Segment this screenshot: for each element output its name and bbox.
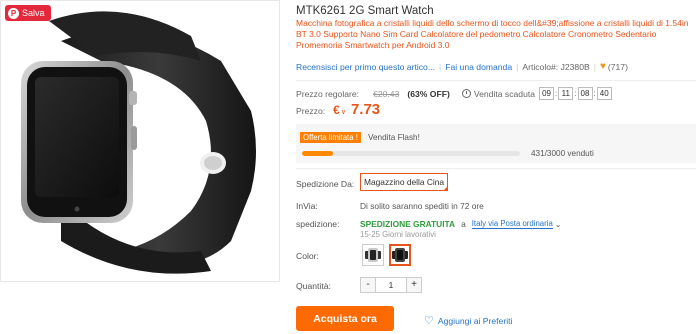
invia-label: InVia: [296, 201, 318, 211]
wish-count[interactable]: ♥ (717) [600, 61, 628, 72]
divider [296, 80, 696, 81]
product-description: Macchina fotografica a cristalli liquidi… [296, 18, 689, 51]
timer-days: 09 [539, 87, 555, 100]
product-title: MTK6261 2G Smart Watch [296, 5, 434, 17]
wishlist-label: Aggiungi ai Preferiti [437, 315, 513, 326]
watch-thumbnail-icon [392, 248, 408, 262]
chevron-down-icon[interactable]: ∨ [341, 108, 346, 116]
heart-outline-icon: ♡ [424, 315, 434, 327]
product-image-panel: P Salva [0, 0, 280, 282]
buy-now-button[interactable]: Acquista ora [296, 306, 394, 331]
save-label: Salva [22, 8, 45, 18]
quantity-label: Quantità: [296, 281, 331, 291]
quantity-decrease-button[interactable]: - [360, 277, 376, 293]
price-row: Prezzo: € ∨ 7.73 [296, 101, 380, 118]
regular-price: €20.43 [373, 88, 400, 99]
heart-icon: ♥ [599, 61, 606, 72]
item-code: Articolo#: J2380B [522, 61, 590, 72]
ship-from-option[interactable]: Magazzino della Cina [360, 173, 449, 191]
quantity-input[interactable]: 1 [376, 277, 406, 293]
flash-sale-box: Offerta limitata ! Vendita Flash! 431/30… [296, 124, 696, 163]
color-option-silver[interactable] [362, 244, 384, 266]
color-label: Color: [296, 251, 319, 261]
timer-separator: : [555, 89, 558, 98]
regular-price-label: Prezzo regolare: [296, 88, 360, 99]
meta-divider: | [439, 61, 442, 72]
watch-thumbnail-icon [365, 248, 381, 262]
ship-from-label: Spedizione Da: [296, 179, 355, 189]
pinterest-icon: P [8, 7, 19, 19]
regular-price-row: Prezzo regolare: €20.43 (63% OFF) Vendit… [296, 87, 613, 100]
product-meta: Recensisci per primo questo artico... | … [296, 61, 628, 72]
quantity-stepper: - 1 + [360, 277, 422, 293]
timer-seconds: 40 [596, 87, 612, 100]
carrier-selector[interactable]: Italy via Posta ordinaria [471, 219, 553, 229]
timer-minutes: 08 [577, 87, 593, 100]
quantity-increase-button[interactable]: + [406, 277, 422, 293]
free-shipping: SPEDIZIONE GRATUITA a Italy via Posta or… [360, 219, 562, 229]
shipping-label: spedizione: [296, 219, 340, 229]
color-option-black[interactable] [389, 244, 411, 266]
question-link[interactable]: Fai una domanda [445, 62, 512, 72]
shipping-to-label: a [461, 219, 466, 229]
wish-count-value: (717) [607, 61, 628, 72]
current-price: 7.73 [350, 101, 381, 118]
sold-progress-fill [302, 151, 334, 156]
clock-icon [461, 89, 471, 98]
meta-divider: | [593, 61, 596, 72]
save-button[interactable]: P Salva [5, 5, 51, 21]
meta-divider: | [516, 61, 519, 72]
invia-value: Di solito saranno spediti in 72 ore [360, 201, 484, 211]
timer-hours: 11 [558, 87, 574, 100]
timer-separator: : [574, 89, 577, 98]
review-link[interactable]: Recensisci per primo questo artico... [296, 62, 435, 72]
sale-ends-label: Vendita scaduta [473, 88, 536, 99]
flash-sale-label: Vendita Flash! [368, 133, 420, 142]
price-label: Prezzo: [296, 106, 326, 116]
timer-separator: : [593, 89, 596, 98]
discount-badge: (63% OFF) [407, 88, 450, 99]
free-shipping-label: SPEDIZIONE GRATUITA [360, 219, 456, 229]
delivery-days: 15-25 Giorni lavorativi [360, 230, 436, 239]
add-to-wishlist-button[interactable]: ♡ Aggiungi ai Preferiti [424, 314, 512, 327]
currency-selector[interactable]: € [333, 103, 340, 117]
limited-offer-tag: Offerta limitata ! [300, 132, 361, 143]
product-image[interactable] [1, 1, 280, 282]
chevron-down-icon[interactable]: ⌄ [555, 220, 562, 229]
divider [296, 168, 696, 169]
sold-progress-bar [302, 151, 520, 156]
sold-count: 431/3000 venduti [531, 149, 594, 158]
